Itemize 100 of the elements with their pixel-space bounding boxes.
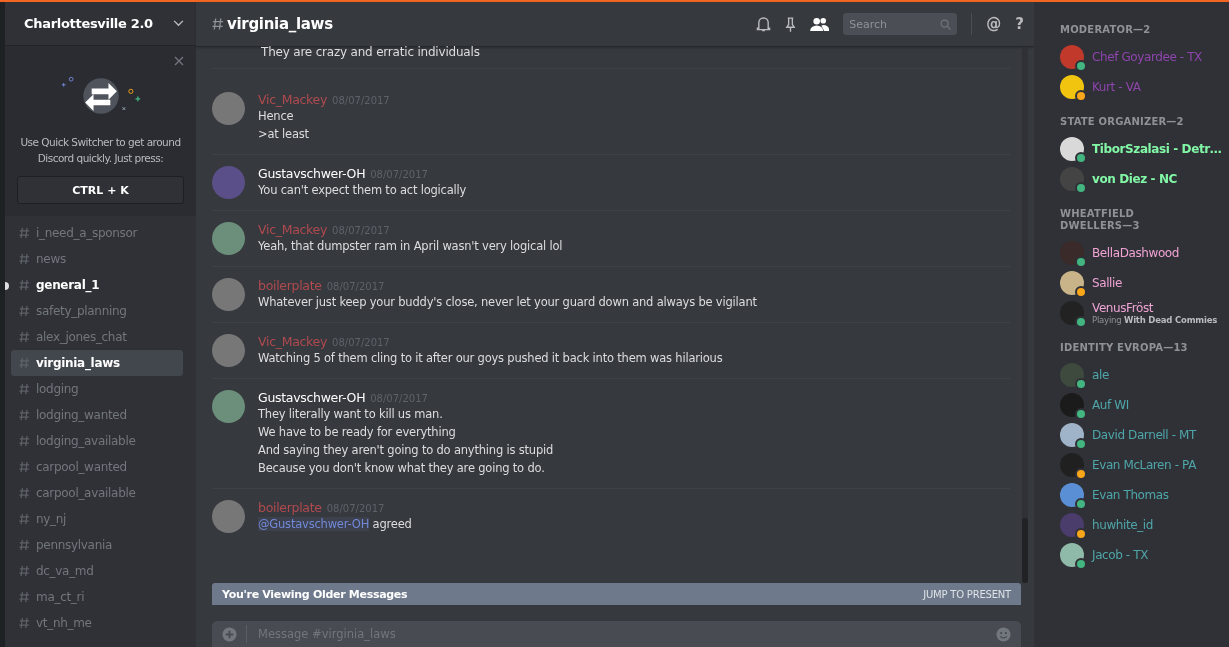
member-name[interactable]: ale (1092, 368, 1109, 382)
channel-item[interactable]: ny_nj (11, 506, 183, 532)
member-name[interactable]: TiborSzalasi - Detr… (1092, 142, 1222, 156)
hashtag-icon (19, 279, 30, 291)
hashtag-icon (19, 513, 30, 525)
member-name[interactable]: Kurt - VA (1092, 80, 1141, 94)
member-activity: Playing With Dead Commies (1092, 315, 1218, 325)
hashtag-icon (19, 383, 30, 395)
message-text: Yeah, that dumpster ram in April wasn't very logical lol (258, 238, 563, 255)
channel-item[interactable]: lodging (11, 376, 183, 402)
channel-item[interactable]: virginia_laws (11, 350, 183, 376)
channel-item[interactable]: dc_va_md (11, 558, 183, 584)
older-messages-label: You're Viewing Older Messages (222, 587, 408, 601)
hashtag-icon (212, 17, 224, 31)
hashtag-icon (19, 591, 30, 603)
message-text: You can't expect them to act logically (258, 182, 467, 199)
hashtag-icon (19, 565, 30, 577)
scrollbar[interactable] (1022, 47, 1028, 583)
mention-link[interactable]: @Gustavschwer-OH (258, 517, 370, 531)
member-name[interactable]: Evan Thomas (1092, 488, 1169, 502)
member-name[interactable]: VenusFröst (1092, 301, 1218, 315)
channel-item[interactable]: carpool_available (11, 480, 183, 506)
search-icon (940, 18, 952, 30)
role-heading: STATE ORGANIZER—2 (1060, 115, 1185, 129)
hashtag-icon (19, 435, 30, 447)
avatar[interactable] (1060, 45, 1084, 69)
member-name[interactable]: Jacob - TX (1092, 548, 1148, 562)
avatar[interactable] (1060, 137, 1084, 161)
channel-item[interactable]: news (11, 246, 183, 272)
avatar[interactable] (1060, 75, 1084, 99)
author-name[interactable]: boilerplate (258, 278, 322, 293)
message-text: Because you don't know what they are going to do. (258, 460, 546, 477)
channel-item[interactable]: lodging_available (11, 428, 183, 454)
member-name[interactable]: BellaDashwood (1092, 246, 1179, 260)
role-heading: IDENTITY EVROPA—13 (1060, 341, 1189, 355)
message-text: Hence (258, 108, 295, 125)
message-text: They are crazy and erratic individuals (212, 45, 1010, 69)
channel-item[interactable]: general_1 (11, 272, 183, 298)
channel-item[interactable]: ma_ct_ri (11, 584, 183, 610)
bell-icon[interactable] (756, 15, 772, 33)
chevron-down-icon (173, 20, 184, 27)
message-text: Whatever just keep your buddy's close, never let your guard down and always be vigilant (258, 294, 757, 311)
avatar[interactable] (1060, 241, 1084, 265)
hashtag-icon (19, 331, 30, 343)
role-heading: MODERATOR—2 (1060, 23, 1152, 37)
avatar[interactable] (1060, 423, 1084, 447)
avatar[interactable] (1060, 301, 1084, 325)
quick-switcher-hint: Use Quick Switcher to get around Discord quickly. Just press: (19, 135, 182, 166)
author-name[interactable]: Vic_Mackey (258, 92, 328, 107)
avatar[interactable] (1060, 271, 1084, 295)
avatar[interactable] (1060, 393, 1084, 417)
channel-item[interactable]: alex_jones_chat (11, 324, 183, 350)
member-name[interactable]: Chef Goyardee - TX (1092, 50, 1202, 64)
member-name[interactable]: Sallie (1092, 276, 1122, 290)
channel-item[interactable]: lodging_wanted (11, 402, 183, 428)
hashtag-icon (19, 539, 30, 551)
hashtag-icon (19, 409, 30, 421)
hashtag-icon (19, 617, 30, 629)
avatar[interactable] (1060, 543, 1084, 567)
message-text: Watching 5 of them cling to it after our goys pushed it back into them was hilarious (258, 350, 723, 367)
channel-title: virginia_laws (227, 15, 333, 33)
role-heading: WHEATFIELD DWELLERS—3 (1060, 207, 1141, 233)
avatar[interactable] (1060, 167, 1084, 191)
channel-item[interactable]: carpool_wanted (11, 454, 183, 480)
hashtag-icon (19, 227, 30, 239)
mentions-button[interactable]: @ (986, 15, 1002, 33)
member-name[interactable]: Evan McLaren - PA (1092, 458, 1196, 472)
author-name[interactable]: Vic_Mackey (258, 222, 328, 237)
message-text: @Gustavschwer-OH agreed (258, 516, 412, 533)
author-name[interactable]: Gustavschwer-OH (258, 390, 366, 405)
help-button[interactable]: ? (1015, 15, 1024, 33)
message-text: And saying they aren't going to do anything is stupid (258, 442, 554, 459)
avatar[interactable] (1060, 483, 1084, 507)
close-icon[interactable] (174, 56, 184, 66)
hashtag-icon (19, 487, 30, 499)
avatar[interactable] (1060, 363, 1084, 387)
channel-item[interactable]: vt_nh_me (11, 610, 183, 636)
avatar[interactable] (1060, 453, 1084, 477)
channel-item[interactable]: pennsylvania (11, 532, 183, 558)
shortcut-button[interactable]: CTRL + K (17, 176, 184, 204)
member-name[interactable]: Auf WI (1092, 398, 1129, 412)
member-name[interactable]: David Darnell - MT (1092, 428, 1196, 442)
hashtag-icon (19, 305, 30, 317)
member-name[interactable]: von Diez - NC (1092, 172, 1177, 186)
hashtag-icon (19, 357, 30, 369)
channel-item[interactable]: safety_planning (11, 298, 183, 324)
search-field[interactable]: Search (843, 13, 958, 35)
members-icon[interactable] (810, 16, 830, 32)
hashtag-icon (19, 461, 30, 473)
author-name[interactable]: Gustavschwer-OH (258, 166, 366, 181)
author-name[interactable]: Vic_Mackey (258, 334, 328, 349)
member-name[interactable]: huwhite_id (1092, 518, 1153, 532)
pin-icon[interactable] (785, 15, 797, 33)
jump-to-present-button[interactable]: JUMP TO PRESENT (923, 588, 1011, 600)
message-text: >at least (258, 126, 310, 143)
message-text: They literally want to kill us man. (258, 406, 444, 423)
avatar[interactable] (1060, 513, 1084, 537)
message-text: We have to be ready for everything (258, 424, 457, 441)
channel-item[interactable]: i_need_a_sponsor (11, 220, 183, 246)
author-name[interactable]: boilerplate (258, 500, 322, 515)
